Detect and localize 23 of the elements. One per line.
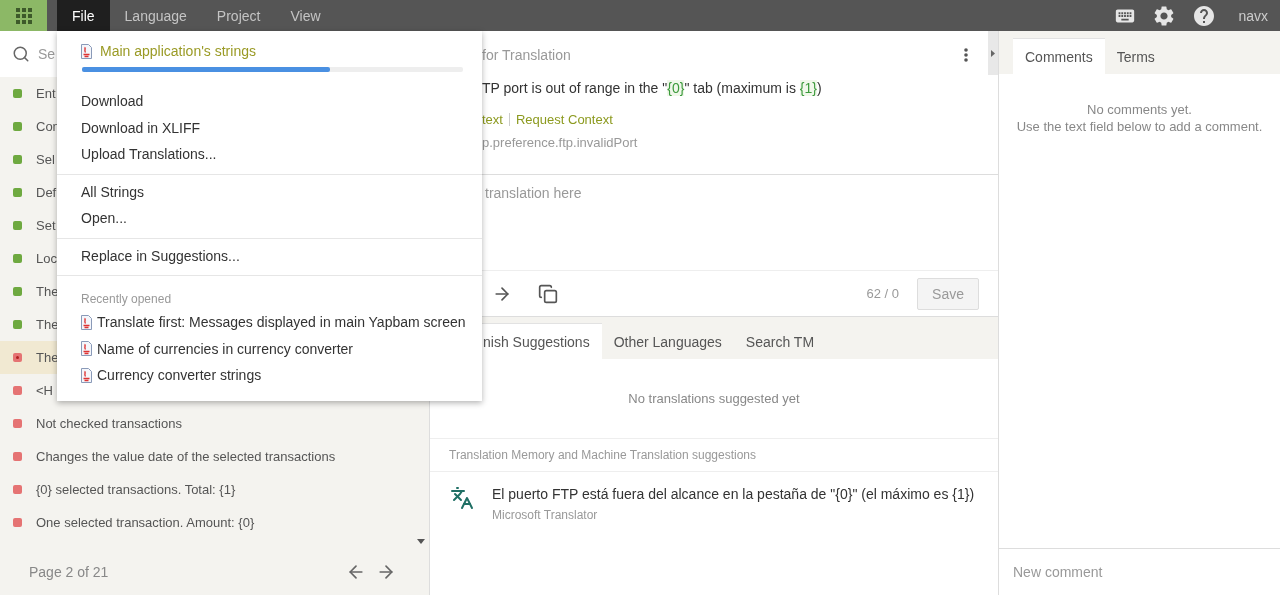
string-text: Ent <box>36 86 56 101</box>
string-text: One selected transaction. Amount: {0} <box>36 515 255 530</box>
string-text: {0} selected transactions. Total: {1} <box>36 482 236 497</box>
panel-title: for Translation <box>482 47 571 63</box>
empty-message: No comments yet. <box>1087 102 1192 117</box>
string-text: <H <box>36 383 53 398</box>
string-text: The <box>36 317 59 332</box>
string-text: The <box>36 350 59 365</box>
string-text: Loc <box>36 251 57 266</box>
suggestion-source: Microsoft Translator <box>492 508 599 522</box>
source-string: TP port is out of range in the "{0}" tab (maximum is {1}) <box>482 80 823 96</box>
string-text: Def <box>36 185 57 200</box>
string-text: Not checked transactions <box>36 416 182 431</box>
string-text: The <box>36 284 59 299</box>
page-indicator: Page 2 of 21 <box>29 563 110 580</box>
empty-message: Use the text field below to add a comment. <box>1016 119 1263 134</box>
string-text: Changes the value date of the selected transactions <box>36 449 336 464</box>
menu-heading: Recently opened <box>80 291 173 308</box>
string-text: Set <box>36 218 56 233</box>
string-text: Sel <box>36 152 55 167</box>
section-heading: Translation Memory and Machine Translation suggestions <box>430 439 998 472</box>
string-key: p.preference.ftp.invalidPort <box>482 135 968 150</box>
character-counter: 62 / 0 <box>866 286 900 301</box>
